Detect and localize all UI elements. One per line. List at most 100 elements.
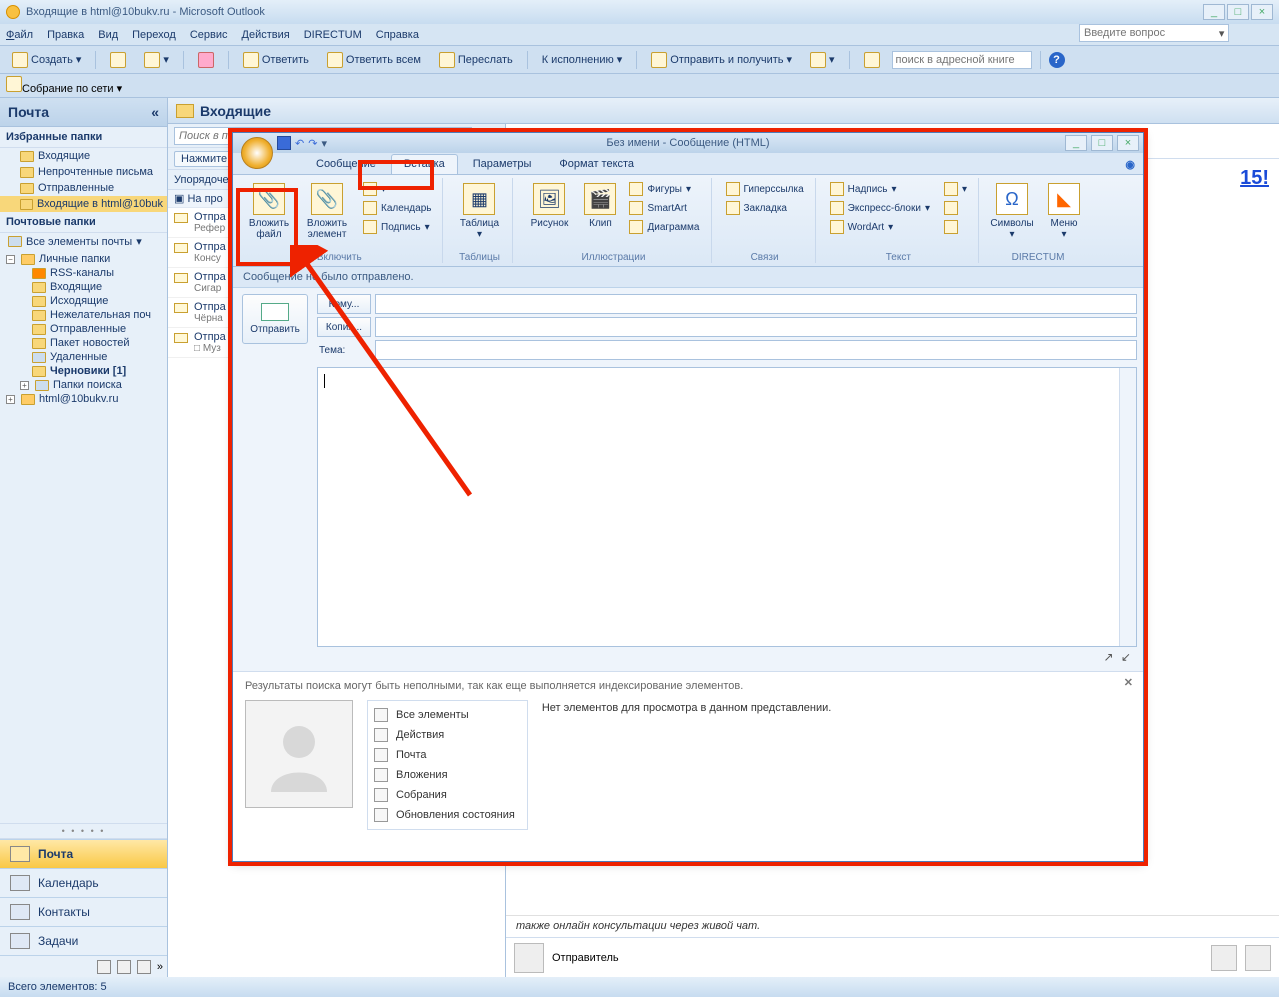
followup-button[interactable]: К исполнению ▾ bbox=[536, 50, 629, 69]
compose-maximize[interactable]: □ bbox=[1091, 135, 1113, 151]
date-button[interactable] bbox=[939, 199, 972, 217]
pp-tab-all[interactable]: Все элементы bbox=[372, 705, 517, 725]
fav-unread[interactable]: Непрочтенные письма bbox=[0, 164, 167, 180]
expand-icon[interactable]: + bbox=[6, 395, 15, 404]
delete-button[interactable] bbox=[192, 49, 220, 71]
collapse-icon[interactable]: « bbox=[151, 104, 159, 120]
signature-button[interactable]: Подпись ▾ bbox=[358, 218, 436, 236]
address-search-input[interactable] bbox=[892, 51, 1032, 69]
categorize-button[interactable]: ▾ bbox=[804, 49, 841, 71]
undo-icon[interactable]: ↶ bbox=[295, 137, 304, 150]
shortcuts-icon[interactable] bbox=[137, 960, 151, 974]
attach-file-button[interactable]: 📎Вложить файл bbox=[242, 180, 296, 243]
nav-mail-button[interactable]: Почта bbox=[0, 839, 167, 868]
tree-sent[interactable]: Отправленные bbox=[18, 322, 167, 336]
symbols-button[interactable]: ΩСимволы ▾ bbox=[988, 180, 1036, 243]
online-meeting-button[interactable]: Собрание по сети ▾ bbox=[6, 76, 122, 95]
shapes-button[interactable]: Фигуры ▾ bbox=[624, 180, 704, 198]
help-button[interactable]: ? bbox=[1049, 52, 1065, 68]
tab-format[interactable]: Формат текста bbox=[546, 154, 647, 174]
fav-inbox-account[interactable]: Входящие в html@10buk bbox=[0, 196, 167, 212]
dropdown-icon[interactable]: ▾ bbox=[1215, 27, 1228, 40]
tree-rss[interactable]: RSS-каналы bbox=[18, 266, 167, 280]
menu-edit[interactable]: Правка bbox=[47, 29, 84, 41]
minimize-button[interactable]: _ bbox=[1203, 4, 1225, 20]
menu-go[interactable]: Переход bbox=[132, 29, 176, 41]
compose-editor[interactable] bbox=[317, 367, 1137, 647]
textbox-button[interactable]: Надпись ▾ bbox=[825, 180, 935, 198]
pp-tab-mail[interactable]: Почта bbox=[372, 745, 517, 765]
picture-button[interactable]: 🖼Рисунок bbox=[522, 180, 576, 232]
menu-actions[interactable]: Действия bbox=[242, 29, 290, 41]
help-question-input[interactable] bbox=[1080, 27, 1215, 39]
tree-search-folders[interactable]: +Папки поиска bbox=[18, 378, 167, 392]
to-field[interactable] bbox=[375, 294, 1137, 314]
compose-close[interactable]: × bbox=[1117, 135, 1139, 151]
tree-news[interactable]: Пакет новостей bbox=[18, 336, 167, 350]
close-button[interactable]: × bbox=[1251, 4, 1273, 20]
tab-message[interactable]: Сообщение bbox=[303, 154, 389, 174]
nav-calendar-button[interactable]: Календарь bbox=[0, 868, 167, 897]
business-card-button[interactable]: ▾ bbox=[358, 180, 436, 198]
chart-button[interactable]: Диаграмма bbox=[624, 218, 704, 236]
expand-people-pane[interactable]: ↗ ↙ bbox=[1104, 650, 1133, 664]
hint-chip[interactable]: Нажмите bbox=[174, 151, 234, 167]
table-button[interactable]: ▦Таблица ▾ bbox=[452, 180, 506, 243]
address-book-button[interactable] bbox=[858, 49, 886, 71]
directum-menu-button[interactable]: ◣Меню ▾ bbox=[1040, 180, 1088, 243]
print-button[interactable] bbox=[104, 49, 132, 71]
cc-button[interactable]: Копия... bbox=[317, 317, 371, 337]
pp-tab-status[interactable]: Обновления состояния bbox=[372, 805, 517, 825]
forward-button[interactable]: Переслать bbox=[433, 49, 519, 71]
redo-icon[interactable]: ↷ bbox=[308, 137, 317, 150]
tab-insert[interactable]: Вставка bbox=[391, 154, 458, 174]
editor-scrollbar[interactable] bbox=[1119, 368, 1136, 646]
all-mail-items[interactable]: Все элементы почты ▾ bbox=[0, 233, 167, 250]
pp-tab-attachments[interactable]: Вложения bbox=[372, 765, 517, 785]
hyperlink-button[interactable]: Гиперссылка bbox=[721, 180, 809, 198]
nav-configure-icon[interactable]: » bbox=[157, 961, 163, 973]
tree-deleted[interactable]: Удаленные bbox=[18, 350, 167, 364]
maximize-button[interactable]: □ bbox=[1227, 4, 1249, 20]
ribbon-help-icon[interactable]: ◉ bbox=[1117, 155, 1143, 174]
subject-field[interactable] bbox=[375, 340, 1137, 360]
fav-sent[interactable]: Отправленные bbox=[0, 180, 167, 196]
object-button[interactable] bbox=[939, 218, 972, 236]
reply-button[interactable]: Ответить bbox=[237, 49, 315, 71]
compose-minimize[interactable]: _ bbox=[1065, 135, 1087, 151]
menu-view[interactable]: Вид bbox=[98, 29, 118, 41]
menu-help[interactable]: Справка bbox=[376, 29, 419, 41]
tree-junk[interactable]: Нежелательная поч bbox=[18, 308, 167, 322]
nav-tasks-button[interactable]: Задачи bbox=[0, 926, 167, 955]
menu-file[interactable]: ФФайлайл bbox=[6, 29, 33, 41]
nav-contacts-button[interactable]: Контакты bbox=[0, 897, 167, 926]
reply-all-button[interactable]: Ответить всем bbox=[321, 49, 427, 71]
cc-field[interactable] bbox=[375, 317, 1137, 337]
send-button[interactable]: Отправить bbox=[242, 294, 308, 344]
save-icon[interactable] bbox=[277, 136, 291, 150]
tab-options[interactable]: Параметры bbox=[460, 154, 545, 174]
tree-personal-folders[interactable]: −Личные папки bbox=[4, 252, 167, 266]
attach-item-button[interactable]: 📎Вложить элемент bbox=[300, 180, 354, 243]
qat-dropdown[interactable]: ▾ bbox=[321, 137, 327, 150]
tree-account[interactable]: +html@10bukv.ru bbox=[4, 392, 167, 406]
new-button[interactable]: Создать ▾ bbox=[6, 49, 87, 71]
folders-icon[interactable] bbox=[117, 960, 131, 974]
send-receive-button[interactable]: Отправить и получить ▾ bbox=[645, 49, 798, 71]
wordart-button[interactable]: WordArt ▾ bbox=[825, 218, 935, 236]
tree-outbox[interactable]: Исходящие bbox=[18, 294, 167, 308]
expand-icon[interactable]: + bbox=[20, 381, 29, 390]
collapse-icon[interactable]: − bbox=[6, 255, 15, 264]
pp-tab-meetings[interactable]: Собрания bbox=[372, 785, 517, 805]
people-pane-icon[interactable] bbox=[1211, 945, 1237, 971]
tree-inbox[interactable]: Входящие bbox=[18, 280, 167, 294]
quickparts-button[interactable]: Экспресс-блоки ▾ bbox=[825, 199, 935, 217]
office-button[interactable] bbox=[241, 137, 273, 169]
dropcap-button[interactable]: ▾ bbox=[939, 180, 972, 198]
close-people-pane[interactable]: ✕ bbox=[1124, 676, 1133, 689]
to-button[interactable]: Кому... bbox=[317, 294, 371, 314]
nav-splitter[interactable]: • • • • • bbox=[0, 823, 167, 839]
bookmark-button[interactable]: Закладка bbox=[721, 199, 809, 217]
smartart-button[interactable]: SmartArt bbox=[624, 199, 704, 217]
notes-icon[interactable] bbox=[97, 960, 111, 974]
